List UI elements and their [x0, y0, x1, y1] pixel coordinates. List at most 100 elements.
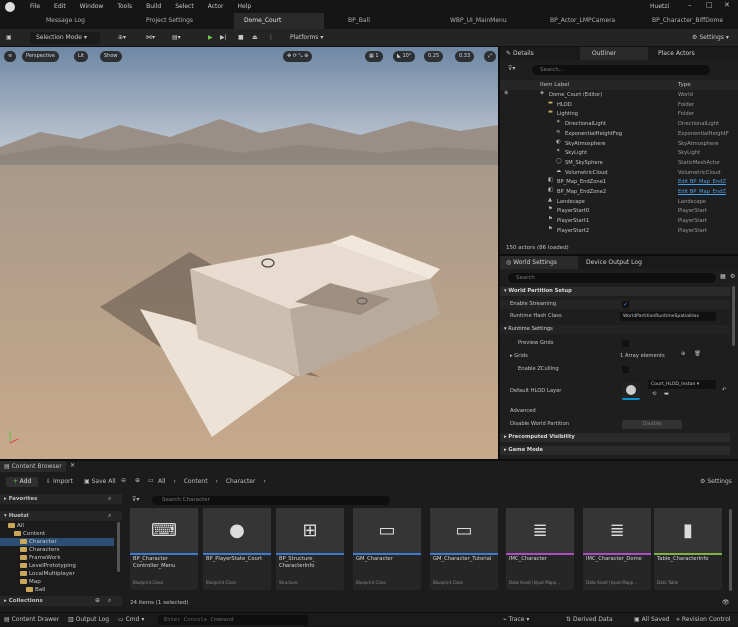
tree-characters[interactable]: Characters — [20, 546, 60, 554]
play-icon[interactable]: ▶ — [208, 32, 213, 44]
tree-ball[interactable]: Ball — [26, 586, 45, 594]
outliner-row[interactable]: ⚑ PlayerStart1 PlayerStart — [500, 216, 738, 227]
project-header[interactable]: ▾ Huetzi — [0, 511, 122, 521]
folder-browse-icon[interactable]: ▬ — [664, 391, 669, 397]
asset-tile[interactable]: ≣ IMC_Character_Dome Data Asset (Input Map… — [583, 508, 651, 590]
tab-outliner[interactable]: Outliner — [580, 47, 648, 60]
hlod-thumbnail[interactable] — [622, 382, 640, 400]
tree-all[interactable]: All — [8, 522, 24, 530]
add-actor-icon[interactable]: ⊕▾ — [118, 32, 126, 44]
outliner-row[interactable]: ≋ ExponentialHeightFog ExponentialHeightF — [500, 129, 738, 140]
col-type[interactable]: Type — [678, 80, 691, 90]
menu-actor[interactable]: Actor — [208, 3, 224, 10]
breadcrumb-all[interactable]: All — [158, 478, 165, 485]
settings-search[interactable]: Search — [508, 273, 716, 283]
output-log-button[interactable]: ▥ Output Log — [68, 613, 109, 627]
tab-place-actors[interactable]: Place Actors — [658, 47, 695, 60]
cmd-dropdown[interactable]: ▭ Cmd ▾ — [118, 613, 144, 627]
save-all-button[interactable]: ▣ Save All — [84, 478, 116, 485]
collections-header[interactable]: ▸ Collections — [0, 596, 122, 606]
menu-build[interactable]: Build — [146, 3, 161, 10]
menu-file[interactable]: File — [30, 3, 40, 10]
disable-button[interactable]: Disable — [622, 420, 682, 429]
more-icon[interactable]: ⋮ — [268, 32, 274, 44]
runtime-hash-dropdown[interactable]: WorldPartitionRuntimeSpatialHas — [620, 312, 716, 321]
menu-window[interactable]: Window — [80, 3, 104, 10]
menu-help[interactable]: Help — [238, 3, 252, 10]
outliner-row[interactable]: ⚑ PlayerStart0 PlayerStart — [500, 207, 738, 217]
reset-icon[interactable]: ↶ — [722, 387, 726, 393]
tab-wbp-ui-mainmenu[interactable]: WBP_UI_MainMenu — [440, 13, 535, 29]
derived-data-button[interactable]: ⇅ Derived Data — [566, 613, 613, 627]
tree-map[interactable]: Map — [20, 578, 41, 586]
tree-character[interactable]: Character — [0, 538, 114, 546]
tree-localmultiplayer[interactable]: LocalMultiplayer — [20, 570, 75, 578]
outliner-row[interactable]: ▲ Landscape Landscape — [500, 197, 738, 208]
tree-content[interactable]: Content — [14, 530, 45, 538]
asset-search[interactable]: Search Character — [152, 496, 390, 505]
asset-filter-icon[interactable]: ⊽▾ — [132, 497, 139, 503]
label-grids[interactable]: ▸ Grids — [510, 352, 528, 361]
asset-tile[interactable]: ▮ Table_CharacterInfo Data Table — [654, 508, 722, 590]
add-button[interactable]: + Add — [6, 477, 38, 487]
preview-grids-checkbox[interactable] — [622, 340, 629, 347]
content-browser-tab[interactable]: ▤ Content Browser — [0, 461, 66, 472]
filter-icon[interactable]: ⊽▾ — [508, 66, 515, 72]
platforms-dropdown[interactable]: Platforms ▾ — [290, 32, 323, 44]
outliner-row[interactable]: ✶ SkyLight SkyLight — [500, 148, 738, 159]
outliner-row[interactable]: ⚑ PlayerStart2 PlayerStart — [500, 226, 738, 237]
section-runtime-settings[interactable]: ▾ Runtime Settings — [500, 325, 730, 334]
enable-zculling-checkbox[interactable] — [622, 366, 629, 373]
tab-bp-actor-lmpcamera[interactable]: BP_Actor_LMPCamera — [540, 13, 635, 29]
asset-tile[interactable]: ▭ GM_Character_Tutorial Blueprint Class — [430, 508, 498, 590]
settings-gear-icon[interactable]: ⚙ — [730, 274, 735, 280]
tab-dome-court[interactable]: Dome_Court — [234, 13, 324, 29]
outliner-row[interactable]: ◉ ◈ Dome_Court (Editor) World — [500, 90, 738, 101]
outliner-type[interactable]: Edit BP_Map_EndZ — [678, 178, 726, 188]
grid-snap[interactable]: ▦ 1 — [365, 51, 383, 62]
revision-control-button[interactable]: ⟡ Revision Control — [676, 613, 731, 627]
row-advanced[interactable]: Advanced — [500, 407, 730, 416]
stop-icon[interactable]: ■ — [238, 32, 244, 44]
tree-framework[interactable]: FrameWork — [20, 554, 61, 562]
perspective-button[interactable]: Perspective — [22, 51, 59, 62]
delete-icon[interactable]: 🗑 — [694, 351, 701, 357]
details-scrollbar[interactable] — [732, 286, 735, 346]
outliner-row[interactable]: ▬ Lighting Folder — [500, 110, 738, 120]
tab-bp-ball[interactable]: BP_Ball — [338, 13, 428, 29]
breadcrumb-content[interactable]: Content — [184, 478, 208, 485]
menu-tools[interactable]: Tools — [117, 3, 132, 10]
minimize-icon[interactable]: – — [688, 2, 692, 9]
outliner-row[interactable]: ☁ VolumetricCloud VolumetricCloud — [500, 168, 738, 179]
console-input[interactable]: Enter Console Command — [158, 615, 308, 625]
viewport-menu-button[interactable]: ≡ — [4, 51, 17, 62]
tab-details[interactable]: ✎ Details — [506, 47, 534, 60]
tab-message-log[interactable]: Message Log — [36, 13, 131, 29]
view-options-icon[interactable]: 👁 — [722, 600, 730, 606]
tree-scrollbar[interactable] — [117, 522, 120, 572]
outliner-search[interactable]: Search... — [532, 65, 710, 75]
lit-button[interactable]: Lit — [74, 51, 89, 62]
close-icon[interactable]: ✕ — [724, 2, 730, 9]
content-drawer-button[interactable]: ▤ Content Drawer — [4, 613, 59, 627]
browse-icon[interactable]: ⟲ — [652, 391, 656, 397]
enable-streaming-checkbox[interactable]: ✓ — [622, 301, 629, 308]
outliner-row[interactable]: ◯ SM_SkySphere StaticMeshActor — [500, 158, 738, 169]
favorites-header[interactable]: ▸ Favorites — [0, 494, 122, 504]
blueprint-icon[interactable]: ⋈▾ — [146, 32, 155, 44]
grid-view-icon[interactable]: ▦ — [720, 274, 726, 280]
section-precomputed[interactable]: ▸ Precomputed Visibility — [500, 433, 730, 442]
scale-snap[interactable]: 0.25 — [424, 51, 444, 62]
asset-tile[interactable]: ≣ IMC_Character Data Asset (Input Mapp... — [506, 508, 574, 590]
trace-button[interactable]: ⌁ Trace ▾ — [503, 613, 529, 627]
show-button[interactable]: Show — [100, 51, 122, 62]
outliner-row[interactable]: ▬ HLOD Folder — [500, 100, 738, 111]
outliner-row[interactable]: ◧ BP_Map_EndZone2 Edit BP_Map_EndZ — [500, 187, 738, 198]
asset-scrollbar[interactable] — [729, 509, 732, 591]
unreal-logo[interactable] — [5, 2, 15, 12]
outliner-type[interactable]: Edit BP_Map_EndZ — [678, 188, 726, 198]
camera-speed[interactable]: 0.33 — [455, 51, 475, 62]
cb-settings-button[interactable]: ⚙ Settings — [700, 478, 732, 485]
history-forward-icon[interactable]: ⊕ — [135, 478, 140, 484]
asset-tile[interactable]: ⌨ BP_Character Controller_Menu Blueprint C… — [130, 508, 198, 590]
